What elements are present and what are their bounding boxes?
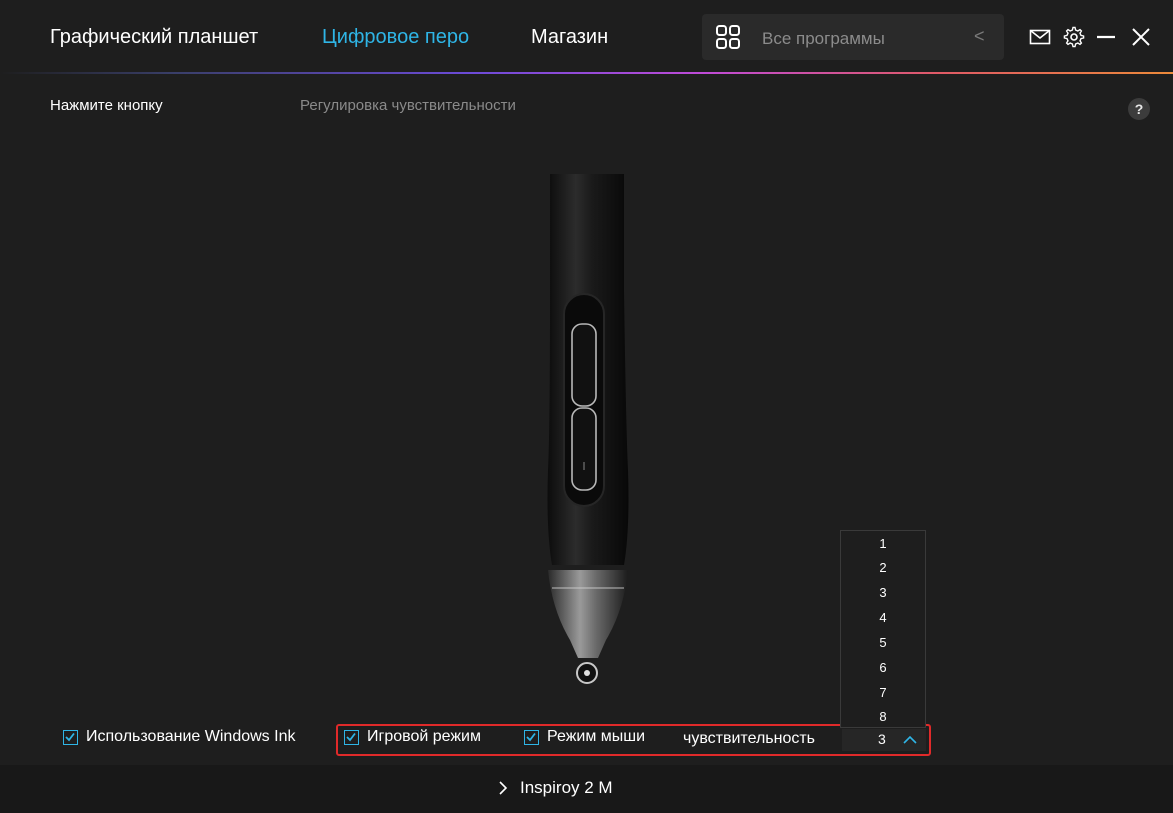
device-name: Inspiroy 2 M: [520, 778, 613, 797]
mouse-mode-checkbox[interactable]: [524, 729, 539, 745]
help-button[interactable]: ?: [1128, 98, 1150, 120]
dropdown-option[interactable]: 5: [841, 631, 925, 655]
header-divider: [0, 72, 1173, 74]
sensitivity-dropdown-list: 1 2 3 4 5 6 7 8: [840, 530, 926, 728]
tab-graphics-tablet[interactable]: Графический планшет: [50, 26, 258, 49]
game-mode-option[interactable]: Игровой режим: [344, 728, 481, 746]
dropdown-option[interactable]: 8: [841, 705, 925, 729]
windows-ink-option[interactable]: Использование Windows Ink: [63, 728, 295, 746]
chevron-left-icon[interactable]: <: [974, 26, 985, 47]
mouse-mode-option[interactable]: Режим мыши: [524, 728, 645, 746]
pen-image: [547, 174, 629, 684]
game-mode-checkbox[interactable]: [344, 729, 359, 745]
mouse-mode-label: Режим мыши: [547, 728, 646, 745]
gear-icon[interactable]: [1063, 26, 1085, 48]
title-bar: Графический планшет Цифровое перо Магази…: [0, 0, 1173, 74]
dropdown-option[interactable]: 2: [841, 556, 925, 580]
game-mode-label: Игровой режим: [367, 728, 481, 745]
dropdown-option[interactable]: 6: [841, 656, 925, 680]
mail-icon[interactable]: [1029, 26, 1051, 48]
subtab-sensitivity[interactable]: Регулировка чувствительности: [300, 97, 516, 114]
device-bar[interactable]: Inspiroy 2 M: [0, 765, 1173, 813]
close-icon[interactable]: [1130, 26, 1152, 48]
grid-icon: [716, 25, 740, 49]
dropdown-option[interactable]: 3: [841, 581, 925, 605]
subtab-press-button[interactable]: Нажмите кнопку: [50, 97, 163, 114]
all-programs-selector[interactable]: Все программы <: [702, 14, 1004, 60]
chevron-up-icon: [903, 735, 917, 744]
windows-ink-checkbox[interactable]: [63, 729, 78, 745]
tab-digital-pen[interactable]: Цифровое перо: [322, 26, 469, 49]
sensitivity-label: чувствительность: [683, 730, 816, 747]
tab-store[interactable]: Магазин: [531, 26, 608, 49]
minimize-icon[interactable]: [1095, 26, 1117, 48]
windows-ink-label: Использование Windows Ink: [86, 728, 296, 745]
sensitivity-select[interactable]: 3: [842, 729, 926, 751]
dropdown-option[interactable]: 7: [841, 681, 925, 705]
dropdown-option[interactable]: 1: [841, 532, 925, 556]
all-programs-label: Все программы: [762, 29, 885, 48]
chevron-right-icon: [499, 781, 508, 795]
dropdown-option[interactable]: 4: [841, 606, 925, 630]
sensitivity-value: 3: [878, 731, 886, 747]
